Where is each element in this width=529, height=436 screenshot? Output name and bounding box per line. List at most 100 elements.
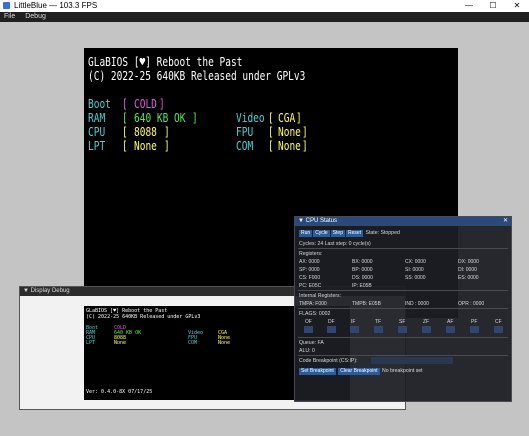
flag-of-label: OF [305,319,312,325]
divider [298,355,508,356]
menu-debug[interactable]: Debug [21,12,50,22]
reg-ds: DS: 0000 [352,275,373,281]
minimize-button[interactable]: — [457,0,481,12]
step-button[interactable]: Step [330,230,345,237]
cpu-toolbar: Run Cycle Step Reset State: Stopped [299,230,400,237]
flags-label: FLAGS: 0002 [299,311,331,317]
cpu-value: 8088 [134,125,157,140]
reg-cs: CS: F000 [299,275,321,281]
reg-tmpa: TMPA: F000 [299,301,327,307]
flag-of-checkbox[interactable] [304,326,313,333]
reset-button[interactable]: Reset [346,230,364,237]
bracket-left: [ [122,111,128,126]
flag-cf-checkbox[interactable] [494,326,503,333]
divider [298,290,508,291]
flag-tf-checkbox[interactable] [374,326,383,333]
bracket-left: [ [268,139,274,154]
flag-af-checkbox[interactable] [446,326,455,333]
reg-ax: AX: 0000 [299,259,320,265]
reg-ss: SS: 0000 [405,275,426,281]
cycles-readout: Cycles: 24 Last step: 0 cycle(s) [299,241,371,247]
bracket-right: ] [159,97,165,112]
divider [298,337,508,338]
reg-cx: CX: 0000 [405,259,426,265]
cpu-state: State: Stopped [365,230,400,236]
preview-lpt-label: LPT [86,340,96,346]
bracket-right: ] [192,111,198,126]
bracket-left: [ [122,97,128,112]
reg-bx: BX: 0000 [352,259,373,265]
flag-pf-label: PF [471,319,478,325]
cpu-status-close-icon[interactable]: ✕ [503,217,508,226]
lpt-value: None [134,139,157,154]
video-value: CGA [278,111,296,126]
bracket-right: ] [164,139,170,154]
cpu-status-title: ▼ CPU Status [298,218,337,224]
queue-readout: Queue: FA [299,340,324,346]
bracket-left: [ [268,111,274,126]
flag-zf-checkbox[interactable] [422,326,431,333]
reg-ip: IP: E05B [352,283,372,289]
divider [298,248,508,249]
preview-com-label: COM [188,340,198,346]
breakpoint-status: No breakpoint set [381,368,423,374]
flag-zf-label: ZF [423,319,430,325]
bracket-right: ] [164,125,170,140]
registers-label: Registers: [299,251,323,257]
bios-copyright: (C) 2022-25 640KB Released under GPLv3 [88,69,306,84]
reg-pc: PC: E05C [299,283,322,289]
menu-bar: File Debug [0,12,529,22]
reg-ind: IND : 0000 [405,301,429,307]
flag-df-checkbox[interactable] [327,326,336,333]
reg-tmpb: TMPB: E05B [352,301,381,307]
flag-tf-label: TF [375,319,382,325]
cpu-status-titlebar[interactable]: ▼ CPU Status ✕ [295,217,511,226]
preview-bios-copyright: (C) 2022-25 640KB Released under GPLv3 [86,314,201,320]
com-value: None [278,139,301,154]
maximize-button[interactable]: ☐ [481,0,505,12]
clear-breakpoint-button[interactable]: Clear Breakpoint [338,368,380,375]
bracket-right: ] [296,111,302,126]
reg-es: ES: 0000 [458,275,479,281]
cycle-button[interactable]: Cycle [313,230,330,237]
preview-lpt-value: None [114,340,127,346]
reg-sp: SP: 0000 [299,267,320,273]
bracket-left: [ [268,125,274,140]
breakpoint-label: Code Breakpoint (CS:IP): [299,358,358,364]
preview-com-value: None [218,340,231,346]
menu-file[interactable]: File [0,12,19,22]
bracket-left: [ [122,125,128,140]
lpt-label: LPT [88,139,106,154]
divider [298,308,508,309]
reg-si: SI: 0000 [405,267,424,273]
bios-title: GLaBIOS [♥] Reboot the Past [88,55,243,70]
reg-bp: BP: 0000 [352,267,373,273]
boot-value: COLD [134,97,157,112]
preview-version: Ver: 0.4.0-8X 07/17/25 [86,389,153,395]
flag-df-label: DF [328,319,335,325]
bracket-right: ] [302,125,308,140]
flag-cf-label: CF [495,319,502,325]
run-button[interactable]: Run [299,230,313,237]
reg-opr: OPR : 0000 [458,301,485,307]
boot-label: Boot [88,97,111,112]
bracket-left: [ [122,139,128,154]
bracket-right: ] [302,139,308,154]
flag-if-label: IF [351,319,356,325]
fpu-label: FPU [236,125,254,140]
reg-dx: DX: 0000 [458,259,479,265]
flag-pf-checkbox[interactable] [470,326,479,333]
ram-value: 640 KB OK [134,111,186,126]
flag-sf-label: SF [399,319,406,325]
close-button[interactable]: ✕ [505,0,529,12]
breakpoint-input[interactable] [371,357,453,364]
ram-label: RAM [88,111,106,126]
set-breakpoint-button[interactable]: Set Breakpoint [299,368,336,375]
breakpoint-controls: Set Breakpoint Clear Breakpoint No break… [299,368,423,375]
flag-if-checkbox[interactable] [350,326,359,333]
com-label: COM [236,139,254,154]
flag-sf-checkbox[interactable] [398,326,407,333]
fpu-value: None [278,125,301,140]
cpu-label: CPU [88,125,106,140]
cpu-status-window[interactable]: ▼ CPU Status ✕ Run Cycle Step Reset State: … [294,216,512,402]
